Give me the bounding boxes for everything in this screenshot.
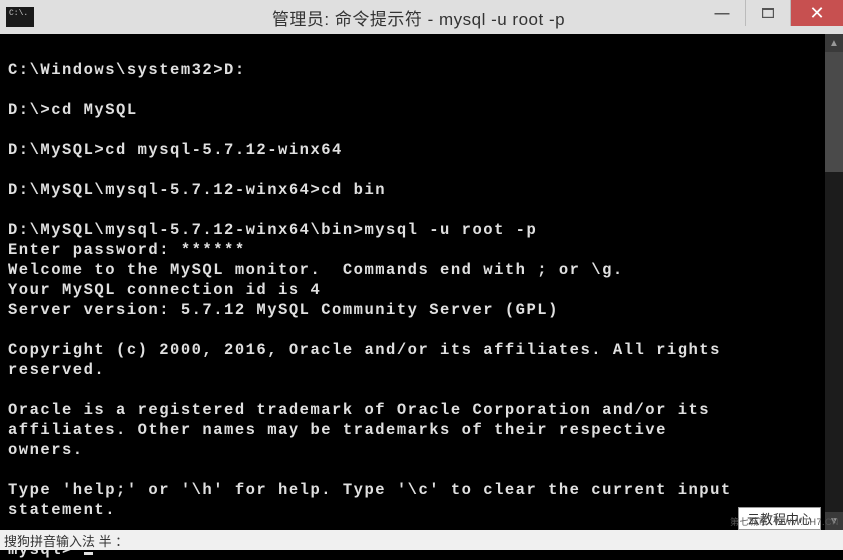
close-button[interactable]: ✕ — [791, 0, 843, 26]
app-icon: C:\. — [6, 7, 34, 27]
terminal-output[interactable]: C:\Windows\system32>D: D:\>cd MySQL D:\M… — [0, 34, 825, 530]
minimize-button[interactable]: — — [699, 0, 745, 26]
watermark-right: 第七城市 WWW.TH7.CN — [730, 515, 839, 528]
terminal-text: C:\Windows\system32>D: D:\>cd MySQL D:\M… — [8, 61, 743, 559]
scrollbar[interactable]: ▲ ▼ — [825, 34, 843, 530]
window-controls: — ✕ — [699, 0, 843, 34]
terminal-area: C:\Windows\system32>D: D:\>cd MySQL D:\M… — [0, 34, 843, 530]
statusbar: 搜狗拼音输入法 半 ： — [0, 530, 843, 550]
scroll-up-arrow[interactable]: ▲ — [825, 34, 843, 52]
scroll-thumb[interactable] — [825, 52, 843, 172]
cursor — [84, 552, 93, 555]
maximize-button[interactable] — [745, 0, 791, 26]
ime-status: 搜狗拼音输入法 半 ： — [4, 531, 843, 550]
titlebar: C:\. 管理员: 命令提示符 - mysql -u root -p — ✕ — [0, 0, 843, 34]
